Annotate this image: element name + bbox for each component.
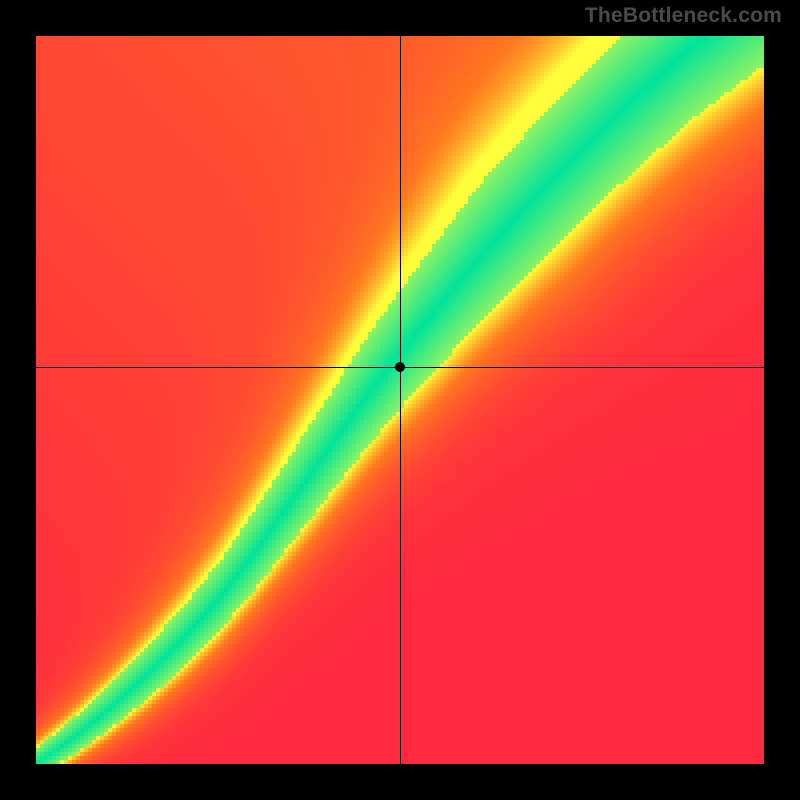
watermark-text: TheBottleneck.com (585, 4, 782, 28)
selected-point-marker (395, 362, 405, 372)
bottleneck-heatmap (36, 36, 764, 764)
crosshair-vertical (400, 36, 401, 764)
